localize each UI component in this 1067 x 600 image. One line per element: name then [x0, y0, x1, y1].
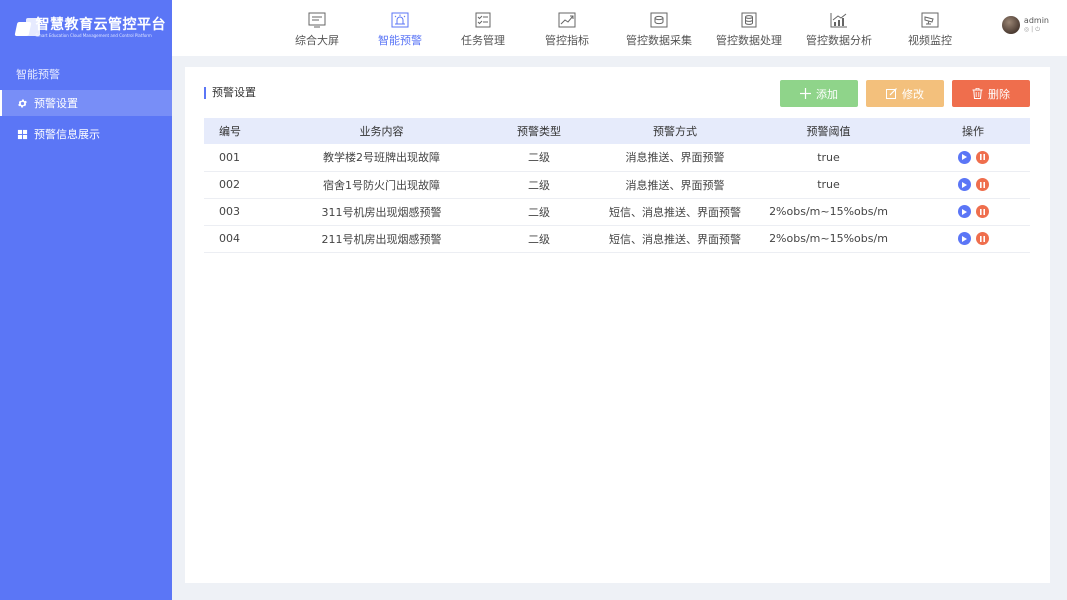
nav-item-smart-warning[interactable]: 智能预警	[378, 0, 422, 56]
cell-actions	[916, 144, 1030, 172]
table-row[interactable]: 002 宿舍1号防火门出现故障 二级 消息推送、界面预警 true	[204, 171, 1030, 199]
edit-icon	[886, 88, 897, 99]
nav-item-data-processing[interactable]: 管控数据处理	[716, 0, 782, 56]
cell-method: 消息推送、界面预警	[609, 144, 741, 172]
nav-item-label: 任务管理	[461, 34, 505, 47]
edit-button[interactable]: 修改	[866, 80, 944, 107]
user-name: admin	[1023, 16, 1049, 25]
checklist-icon	[475, 12, 491, 28]
user-icon-divider: |	[1031, 26, 1034, 33]
nav-item-label: 管控指标	[545, 34, 589, 47]
delete-button-label: 删除	[988, 87, 1010, 101]
settings-icon[interactable]: ◎	[1024, 26, 1029, 34]
play-icon[interactable]	[957, 150, 971, 164]
panel-title: 预警设置	[204, 87, 256, 99]
play-icon[interactable]	[957, 232, 971, 245]
brand-title: 智慧教育云管控平台	[35, 17, 166, 33]
cell-type: 二级	[469, 144, 609, 172]
nav-item-data-analysis[interactable]: 管控数据分析	[806, 0, 872, 56]
pause-icon[interactable]	[975, 205, 989, 218]
sidebar-item-warning-info[interactable]: 预警信息展示	[0, 121, 172, 147]
brand-logo[interactable]: 智慧教育云管控平台 Smart Education Cloud Manageme…	[14, 14, 166, 42]
nav-item-video-monitoring[interactable]: 视频监控	[908, 0, 952, 56]
header-id: 编号	[204, 118, 294, 144]
cell-content: 311号机房出现烟感预警	[294, 198, 469, 226]
cell-id: 001	[204, 144, 294, 172]
header-content: 业务内容	[294, 118, 469, 144]
cell-actions	[916, 198, 1030, 226]
logo-mark-icon	[14, 18, 40, 38]
nav-item-dashboard[interactable]: 综合大屏	[295, 0, 339, 56]
edit-button-label: 修改	[902, 87, 924, 101]
nav-item-label: 视频监控	[908, 34, 952, 47]
sidebar-item-label: 预警设置	[34, 97, 78, 110]
nav-item-task-management[interactable]: 任务管理	[461, 0, 505, 56]
cell-type: 二级	[469, 225, 609, 253]
cell-id: 002	[204, 171, 294, 199]
cell-threshold: true	[741, 171, 916, 199]
header-type: 预警类型	[469, 118, 609, 144]
plus-icon	[800, 88, 811, 99]
pause-icon[interactable]	[975, 232, 989, 245]
trash-icon	[972, 88, 983, 99]
cell-type: 二级	[469, 198, 609, 226]
nav-item-control-indicators[interactable]: 管控指标	[545, 0, 589, 56]
cell-content: 宿舍1号防火门出现故障	[294, 171, 469, 199]
table-row[interactable]: 004 211号机房出现烟感预警 二级 短信、消息推送、界面预警 2%obs/m…	[204, 225, 1030, 253]
brand-subtitle: Smart Education Cloud Management and Con…	[35, 33, 152, 38]
grid-icon	[17, 129, 28, 139]
sidebar: 智慧教育云管控平台 Smart Education Cloud Manageme…	[0, 0, 172, 600]
add-button-label: 添加	[816, 87, 838, 101]
delete-button[interactable]: 删除	[952, 80, 1030, 107]
cell-actions	[916, 225, 1030, 253]
cell-type: 二级	[469, 171, 609, 199]
cell-threshold: 2%obs/m~15%obs/m	[741, 225, 916, 253]
top-nav-bar: 综合大屏 智能预警 任务管理 管控指标 管控数据采集 管控数据处理 管控数据分析…	[172, 0, 1067, 56]
sidebar-section-label: 智能预警	[16, 68, 60, 81]
main-panel: 预警设置 添加 修改 删除 编号 业务内容 预警类型 预警方式 预警阈值 操作 …	[185, 67, 1050, 583]
nav-item-label: 综合大屏	[295, 34, 339, 47]
cell-method: 消息推送、界面预警	[609, 171, 741, 199]
camera-icon	[921, 12, 939, 28]
bar-analysis-icon	[830, 13, 847, 28]
cell-threshold: 2%obs/m~15%obs/m	[741, 198, 916, 226]
cell-content: 211号机房出现烟感预警	[294, 225, 469, 253]
header-threshold: 预警阈值	[741, 118, 916, 144]
cell-id: 003	[204, 198, 294, 226]
warning-settings-table: 编号 业务内容 预警类型 预警方式 预警阈值 操作 001 教学楼2号班牌出现故…	[204, 118, 1030, 253]
nav-item-label: 管控数据处理	[716, 34, 782, 47]
pause-icon[interactable]	[975, 150, 989, 164]
avatar[interactable]	[1001, 16, 1020, 34]
cell-method: 短信、消息推送、界面预警	[609, 225, 741, 253]
pause-icon[interactable]	[975, 178, 989, 191]
nav-item-data-collection[interactable]: 管控数据采集	[626, 0, 692, 56]
sidebar-item-label: 预警信息展示	[34, 128, 100, 141]
table-row[interactable]: 003 311号机房出现烟感预警 二级 短信、消息推送、界面预警 2%obs/m…	[204, 198, 1030, 226]
header-actions: 操作	[916, 118, 1030, 144]
cell-actions	[916, 171, 1030, 199]
trend-chart-icon	[558, 12, 576, 28]
alarm-icon	[391, 12, 409, 28]
play-icon[interactable]	[957, 178, 971, 191]
nav-item-label: 管控数据分析	[806, 34, 872, 47]
monitor-icon	[308, 12, 326, 28]
nav-item-label: 管控数据采集	[626, 34, 692, 47]
table-row[interactable]: 001 教学楼2号班牌出现故障 二级 消息推送、界面预警 true	[204, 144, 1030, 172]
data-collect-icon	[650, 12, 668, 28]
play-icon[interactable]	[957, 205, 971, 218]
cell-id: 004	[204, 225, 294, 253]
user-menu[interactable]: admin ◎ | ⏻	[1001, 16, 1049, 34]
cell-method: 短信、消息推送、界面预警	[609, 198, 741, 226]
gear-icon	[18, 98, 27, 108]
power-icon[interactable]: ⏻	[1035, 26, 1040, 34]
nav-item-label: 智能预警	[378, 34, 422, 47]
data-process-icon	[741, 12, 757, 28]
header-method: 预警方式	[609, 118, 741, 144]
add-button[interactable]: 添加	[780, 80, 858, 107]
cell-threshold: true	[741, 144, 916, 172]
table-header-row: 编号 业务内容 预警类型 预警方式 预警阈值 操作	[204, 118, 1030, 144]
sidebar-item-warning-settings[interactable]: 预警设置	[0, 90, 172, 116]
cell-content: 教学楼2号班牌出现故障	[294, 144, 469, 172]
